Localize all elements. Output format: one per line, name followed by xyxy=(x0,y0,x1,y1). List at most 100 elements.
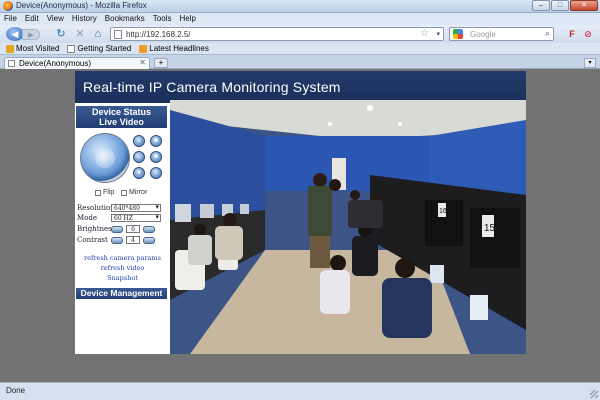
brightness-label: Brightness xyxy=(77,225,116,233)
mirror-checkbox-box[interactable] xyxy=(121,189,127,196)
url-bar[interactable]: http://192.168.2.5/ ☆ ▾ xyxy=(110,27,444,41)
flip-checkbox[interactable]: Flip xyxy=(95,189,114,196)
person-seated xyxy=(348,200,383,228)
refresh-camera-params-link[interactable]: refresh camera params xyxy=(75,253,170,263)
contrast-label: Contrast xyxy=(77,236,108,244)
resolution-select[interactable]: 640*480 xyxy=(111,204,161,212)
ptz-center-button[interactable] xyxy=(95,148,115,168)
close-window-button[interactable]: ✕ xyxy=(570,0,598,11)
ptz-left-right-patrol-button[interactable]: ↔ xyxy=(133,151,145,163)
maximize-button[interactable]: □ xyxy=(551,0,569,11)
bookmark-getting-started[interactable]: Getting Started xyxy=(67,43,131,54)
monitor xyxy=(200,204,214,218)
bookmark-star-icon[interactable]: ☆ xyxy=(420,28,429,39)
action-links: refresh camera params refresh video Snap… xyxy=(75,253,170,283)
page-title: Real-time IP Camera Monitoring System xyxy=(83,79,341,95)
ptz-up-down-patrol-button[interactable]: ↕ xyxy=(133,135,145,147)
tab-bar: Device(Anonymous) ✕ + ▾ xyxy=(0,55,600,69)
menu-edit[interactable]: Edit xyxy=(25,13,39,25)
rss-icon xyxy=(139,44,148,53)
tab-list-button[interactable]: ▾ xyxy=(584,58,596,68)
control-panel: Device Status Live Video ↕ ■ ↔ ■ ● ○ Fli… xyxy=(75,103,170,354)
stop-icon[interactable]: ✕ xyxy=(74,28,86,40)
search-placeholder: Google xyxy=(470,30,496,39)
ptz-stop-patrol-button[interactable]: ■ xyxy=(150,135,162,147)
brightness-decrease-button[interactable] xyxy=(111,225,123,233)
url-dropdown-icon[interactable]: ▾ xyxy=(436,30,440,38)
mirror-checkbox[interactable]: Mirror xyxy=(121,189,147,196)
ceiling-light xyxy=(367,105,373,111)
mirror-label: Mirror xyxy=(129,189,148,196)
device-status-header[interactable]: Device Status Live Video xyxy=(76,106,167,128)
search-input[interactable]: Google ⌕ xyxy=(449,27,554,41)
status-bar: Done xyxy=(0,382,600,400)
device-status-link[interactable]: Device Status xyxy=(76,107,167,117)
snapshot-link[interactable]: Snapshot xyxy=(75,273,170,283)
bookmark-latest-headlines[interactable]: Latest Headlines xyxy=(139,43,209,54)
person-seated xyxy=(382,278,432,338)
monitor xyxy=(240,204,249,214)
ptz-direction-pad[interactable] xyxy=(80,133,130,183)
minimize-button[interactable]: – xyxy=(532,0,550,11)
mode-label: Mode xyxy=(77,214,98,222)
contrast-decrease-button[interactable] xyxy=(111,236,123,244)
new-tab-button[interactable]: + xyxy=(154,58,168,68)
search-icon[interactable]: ⌕ xyxy=(545,28,550,39)
menu-bookmarks[interactable]: Bookmarks xyxy=(105,13,145,25)
most-visited-icon xyxy=(6,44,14,53)
person-head xyxy=(395,258,415,278)
brightness-increase-button[interactable] xyxy=(143,225,155,233)
addon-icon[interactable]: F xyxy=(566,28,578,40)
mode-row: Mode 60 HZ xyxy=(77,213,167,223)
ptz-io-on-button[interactable]: ● xyxy=(133,167,145,179)
contrast-increase-button[interactable] xyxy=(143,236,155,244)
menu-view[interactable]: View xyxy=(47,13,64,25)
menu-help[interactable]: Help xyxy=(179,13,195,25)
addon-stop-icon[interactable]: ⊘ xyxy=(582,28,594,40)
flip-checkbox-box[interactable] xyxy=(95,189,101,196)
monitor xyxy=(470,295,488,320)
mode-select[interactable]: 60 HZ xyxy=(111,214,161,222)
page-icon xyxy=(8,60,15,67)
tab-device[interactable]: Device(Anonymous) ✕ xyxy=(4,57,150,69)
status-text: Done xyxy=(6,386,26,395)
flip-label: Flip xyxy=(103,189,115,196)
person-seated xyxy=(320,270,350,314)
close-tab-icon[interactable]: ✕ xyxy=(139,58,146,67)
menu-file[interactable]: File xyxy=(4,13,17,25)
person-seated xyxy=(188,235,212,265)
forward-button[interactable]: ▶ xyxy=(22,29,40,40)
resize-grip-icon[interactable] xyxy=(590,390,598,398)
device-management-link[interactable]: Device Management xyxy=(76,288,167,299)
menu-tools[interactable]: Tools xyxy=(153,13,172,25)
window-title: Device(Anonymous) - Mozilla Firefox xyxy=(16,1,147,10)
person-standing xyxy=(308,186,332,236)
reload-icon[interactable]: ↻ xyxy=(55,28,67,40)
bookmark-most-visited[interactable]: Most Visited xyxy=(6,43,59,54)
person-head xyxy=(329,179,341,191)
monitor xyxy=(175,204,191,222)
google-icon[interactable] xyxy=(453,29,463,39)
firefox-icon xyxy=(3,1,13,11)
cafe-number-text: 15 xyxy=(484,223,496,234)
person-head xyxy=(350,190,360,200)
bookmarks-toolbar: Most Visited Getting Started Latest Head… xyxy=(0,43,600,55)
refresh-video-link[interactable]: refresh video xyxy=(75,263,170,273)
resolution-label: Resolution xyxy=(77,204,115,212)
page-icon xyxy=(67,44,76,53)
menu-history[interactable]: History xyxy=(72,13,97,25)
cafe-number-text: 16 xyxy=(439,208,447,215)
monitor xyxy=(430,265,444,283)
ceiling-light xyxy=(398,122,402,126)
live-video-link[interactable]: Live Video xyxy=(76,117,167,127)
ceiling-light xyxy=(328,122,332,126)
person-head xyxy=(223,213,237,227)
pc-tower xyxy=(470,208,520,268)
window-titlebar: Device(Anonymous) - Mozilla Firefox – □ … xyxy=(0,0,600,13)
person-head xyxy=(194,224,206,236)
url-text[interactable]: http://192.168.2.5/ xyxy=(126,30,191,39)
home-icon[interactable]: ⌂ xyxy=(92,28,104,40)
ptz-io-off-button[interactable]: ○ xyxy=(150,167,162,179)
ptz-stop-button[interactable]: ■ xyxy=(150,151,162,163)
person-seated xyxy=(352,236,378,276)
